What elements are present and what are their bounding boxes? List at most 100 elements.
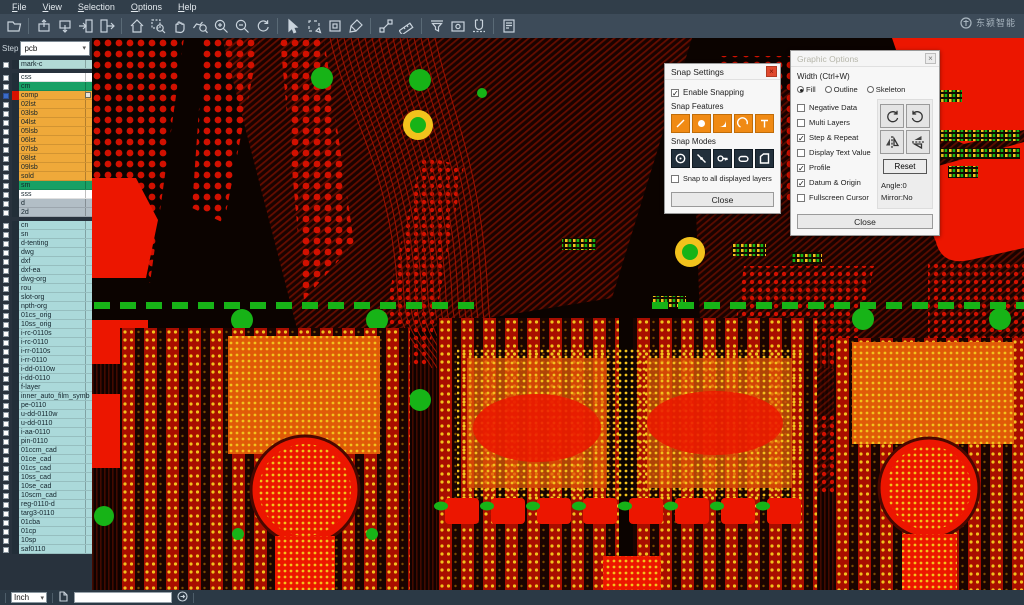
layer-visibility-checkbox[interactable] — [0, 464, 12, 473]
mirror-vertical-button[interactable] — [906, 130, 930, 154]
layer-visibility-checkbox[interactable] — [0, 163, 12, 172]
rotate-cw-button[interactable] — [880, 104, 904, 128]
layer-row-10ss_orig[interactable]: 10ss_orig — [0, 320, 92, 329]
layer-row-i-rc-0110s[interactable]: i-rc-0110s — [0, 329, 92, 338]
layer-visibility-checkbox[interactable] — [0, 91, 12, 100]
layer-row-10sp[interactable]: 10sp — [0, 536, 92, 545]
option-profile[interactable]: ✓Profile — [797, 161, 873, 174]
layer-row-cn[interactable]: cn — [0, 221, 92, 230]
layer-visibility-checkbox[interactable] — [0, 190, 12, 199]
go-icon[interactable] — [177, 589, 188, 605]
layer-visibility-checkbox[interactable] — [0, 428, 12, 437]
open-folder-button[interactable] — [3, 16, 24, 36]
layer-visibility-checkbox[interactable] — [0, 60, 12, 69]
layer-visibility-checkbox[interactable] — [0, 284, 12, 293]
select-frame-button[interactable] — [324, 16, 345, 36]
layer-row-01ccm_cad[interactable]: 01ccm_cad — [0, 446, 92, 455]
width-option-skeleton[interactable]: Skeleton — [867, 85, 906, 94]
layer-visibility-checkbox[interactable] — [0, 491, 12, 500]
width-option-outline[interactable]: Outline — [825, 85, 858, 94]
layer-visibility-checkbox[interactable] — [0, 145, 12, 154]
layer-visibility-checkbox[interactable] — [0, 275, 12, 284]
reset-button[interactable]: Reset — [883, 159, 927, 174]
layer-visibility-checkbox[interactable] — [0, 181, 12, 190]
layer-row-dxf[interactable]: dxf — [0, 257, 92, 266]
layer-row-npth-org[interactable]: npth-org — [0, 302, 92, 311]
layer-visibility-checkbox[interactable] — [0, 320, 12, 329]
layer-visibility-checkbox[interactable] — [0, 221, 12, 230]
select-arrow-button[interactable] — [282, 16, 303, 36]
snap-feature-surface-button[interactable] — [713, 114, 732, 133]
close-icon[interactable]: × — [766, 66, 777, 77]
snap-mode-slot-button[interactable] — [734, 149, 753, 168]
measure-line-button[interactable] — [375, 16, 396, 36]
layer-visibility-checkbox[interactable] — [0, 118, 12, 127]
layer-visibility-checkbox[interactable] — [0, 199, 12, 208]
layer-row-2d[interactable]: 2d — [0, 208, 92, 217]
layer-visibility-checkbox[interactable] — [0, 374, 12, 383]
layer-row-css[interactable]: css — [0, 73, 92, 82]
ruler-button[interactable] — [396, 16, 417, 36]
layer-row-dwg[interactable]: dwg — [0, 248, 92, 257]
layer-row-u-dd-0110[interactable]: u-dd-0110 — [0, 419, 92, 428]
step-select[interactable]: pcb ▾ — [20, 41, 90, 56]
layer-visibility-checkbox[interactable] — [0, 100, 12, 109]
option-negative-data[interactable]: Negative Data — [797, 101, 873, 114]
layer-visibility-checkbox[interactable] — [0, 311, 12, 320]
layer-row-01cs_orig[interactable]: 01cs_orig — [0, 311, 92, 320]
layer-row-sss[interactable]: sss — [0, 190, 92, 199]
layer-visibility-checkbox[interactable] — [0, 302, 12, 311]
layer-visibility-checkbox[interactable] — [0, 347, 12, 356]
layer-visibility-checkbox[interactable] — [0, 401, 12, 410]
layer-visibility-checkbox[interactable] — [0, 127, 12, 136]
layer-row-10se_cad[interactable]: 10se_cad — [0, 482, 92, 491]
layer-visibility-checkbox[interactable] — [0, 73, 12, 82]
layer-row-sold[interactable]: sold — [0, 172, 92, 181]
snap-feature-line-button[interactable] — [671, 114, 690, 133]
page-out-button[interactable] — [96, 16, 117, 36]
layer-row-dwg-org[interactable]: dwg-org — [0, 275, 92, 284]
snap-mode-center-button[interactable] — [671, 149, 690, 168]
layer-row-i-rr-0110[interactable]: i-rr-0110 — [0, 356, 92, 365]
layer-row-i-dd-0110[interactable]: i-dd-0110 — [0, 374, 92, 383]
layer-row-04lst[interactable]: 04lst — [0, 118, 92, 127]
brush-button[interactable] — [345, 16, 366, 36]
import-down-button[interactable] — [54, 16, 75, 36]
layer-visibility-checkbox[interactable] — [0, 136, 12, 145]
unit-select[interactable]: Inch ▾ — [11, 592, 47, 603]
graphic-close-button[interactable]: Close — [797, 214, 933, 229]
layer-visibility-checkbox[interactable] — [0, 329, 12, 338]
layer-visibility-checkbox[interactable] — [0, 266, 12, 275]
zoom-object-button[interactable] — [189, 16, 210, 36]
layer-visibility-checkbox[interactable] — [0, 293, 12, 302]
layer-visibility-checkbox[interactable] — [0, 82, 12, 91]
snap-feature-text-button[interactable] — [755, 114, 774, 133]
pan-hand-button[interactable] — [168, 16, 189, 36]
layer-visibility-checkbox[interactable] — [0, 500, 12, 509]
view-eye-button[interactable] — [447, 16, 468, 36]
snap-mode-point-button[interactable] — [692, 149, 711, 168]
menu-help[interactable]: Help — [170, 0, 205, 14]
layer-row-dxf-ea[interactable]: dxf-ea — [0, 266, 92, 275]
layer-visibility-checkbox[interactable] — [0, 482, 12, 491]
layer-visibility-checkbox[interactable] — [0, 154, 12, 163]
layer-row-reg-0110-d[interactable]: reg-0110-d — [0, 500, 92, 509]
import-up-button[interactable] — [33, 16, 54, 36]
layer-row-cm[interactable]: cm — [0, 82, 92, 91]
menu-options[interactable]: Options — [123, 0, 170, 14]
layer-row-rou[interactable]: rou — [0, 284, 92, 293]
option-fullscreen-cursor[interactable]: Fullscreen Cursor — [797, 191, 873, 204]
home-button[interactable] — [126, 16, 147, 36]
zoom-window-button[interactable] — [147, 16, 168, 36]
layer-visibility-checkbox[interactable] — [0, 356, 12, 365]
layer-visibility-checkbox[interactable] — [0, 527, 12, 536]
layer-visibility-checkbox[interactable] — [0, 365, 12, 374]
layer-row-01cba[interactable]: 01cba — [0, 518, 92, 527]
command-input[interactable] — [74, 592, 172, 603]
layer-visibility-checkbox[interactable] — [0, 437, 12, 446]
layer-visibility-checkbox[interactable] — [0, 109, 12, 118]
layer-visibility-checkbox[interactable] — [0, 257, 12, 266]
page-in-button[interactable] — [75, 16, 96, 36]
layer-visibility-checkbox[interactable] — [0, 230, 12, 239]
layer-row-comp[interactable]: comp — [0, 91, 92, 100]
